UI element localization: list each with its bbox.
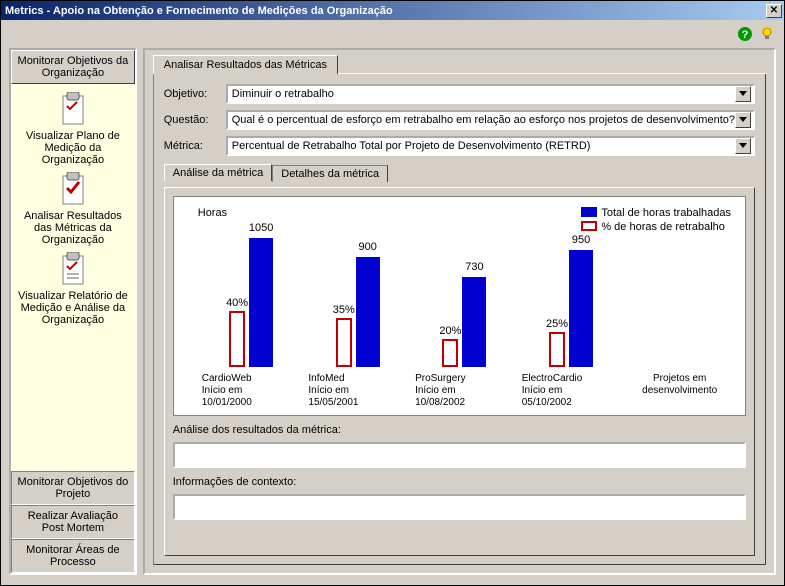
window-title: Metrics - Apoio na Obtenção e Fornecimen… (5, 5, 766, 17)
bar-group: 35%900 (304, 227, 411, 367)
sidebar-tab-monitorar-objetivos-org[interactable]: Monitorar Objetivos da Organização (11, 50, 135, 84)
sidebar-item-visualizar-plano[interactable]: Visualizar Plano de Medição da Organizaç… (15, 90, 131, 168)
sidebar-tab-avaliacao-post-mortem[interactable]: Realizar Avaliação Post Mortem (11, 505, 135, 539)
chart-ylabel: Horas (198, 207, 227, 219)
bar-group: 20%730 (411, 227, 518, 367)
questao-value: Qual é o percentual de esforço em retrab… (232, 114, 735, 126)
x-category-label: InfoMedInício em15/05/2001 (304, 373, 411, 409)
svg-text:?: ? (742, 29, 749, 41)
sidebar-tab-monitorar-areas-processo[interactable]: Monitorar Áreas de Processo (11, 539, 135, 573)
bar-retrabalho: 35% (336, 318, 352, 367)
context-label: Informações de contexto: (173, 476, 746, 488)
close-button[interactable]: ✕ (766, 4, 782, 18)
x-axis-label: Projetos em desenvolvimento (624, 373, 731, 409)
bar-value: 730 (465, 261, 483, 273)
sidebar-item-label: Analisar Resultados das Métricas da Orga… (15, 210, 131, 246)
sidebar-item-label: Visualizar Plano de Medição da Organizaç… (15, 130, 131, 166)
legend-swatch-blue (581, 207, 597, 217)
lightbulb-icon[interactable] (758, 25, 776, 43)
chart-area: Horas Total de horas trabalhadas % de ho… (173, 196, 746, 416)
x-category-label: CardioWebInício em10/01/2000 (198, 373, 305, 409)
objetivo-value: Diminuir o retrabalho (232, 88, 735, 100)
legend-label: Total de horas trabalhadas (601, 207, 731, 219)
bar-horas: 730 (462, 277, 486, 367)
bar-value: 20% (439, 325, 461, 337)
questao-label: Questão: (164, 114, 220, 126)
analysis-label: Análise dos resultados da métrica: (173, 424, 746, 436)
bar-value: 40% (226, 297, 248, 309)
objetivo-label: Objetivo: (164, 88, 220, 100)
clipboard-report-icon (57, 252, 89, 288)
bar-retrabalho: 25% (549, 332, 565, 367)
x-category-label: ProSurgeryInício em10/08/2002 (411, 373, 518, 409)
window-titlebar: Metrics - Apoio na Obtenção e Fornecimen… (1, 1, 784, 20)
bar-value: 35% (333, 304, 355, 316)
x-category-label: ElectroCardioInício em05/10/2002 (518, 373, 625, 409)
subtab-analise[interactable]: Análise da métrica (164, 164, 273, 181)
questao-combo[interactable]: Qual é o percentual de esforço em retrab… (226, 110, 755, 130)
sidebar-item-visualizar-relatorio[interactable]: Visualizar Relatório de Medição e Anális… (15, 250, 131, 328)
clipboard-check-icon (57, 172, 89, 208)
bar-value: 25% (546, 318, 568, 330)
bar-group: 25%950 (518, 227, 625, 367)
metrica-value: Percentual de Retrabalho Total por Proje… (232, 140, 735, 152)
sidebar-item-label: Visualizar Relatório de Medição e Anális… (15, 290, 131, 326)
bar-horas: 900 (356, 257, 380, 367)
subtab-detalhes[interactable]: Detalhes da métrica (272, 165, 388, 182)
bar-retrabalho: 20% (442, 339, 458, 367)
objetivo-combo[interactable]: Diminuir o retrabalho (226, 84, 755, 104)
toolbar: ? (1, 20, 784, 48)
metrica-combo[interactable]: Percentual de Retrabalho Total por Proje… (226, 136, 755, 156)
analysis-textbox[interactable] (173, 442, 746, 468)
sidebar-tab-monitorar-objetivos-projeto[interactable]: Monitorar Objetivos do Projeto (11, 471, 135, 505)
metrica-label: Métrica: (164, 140, 220, 152)
bar-value: 900 (359, 241, 377, 253)
sidebar-item-analisar-resultados[interactable]: Analisar Resultados das Métricas da Orga… (15, 170, 131, 248)
tab-analisar-resultados[interactable]: Analisar Resultados das Métricas (153, 55, 338, 74)
bar-horas: 1050 (249, 238, 273, 367)
chevron-down-icon[interactable] (735, 138, 751, 154)
content-panel: Analisar Resultados das Métricas Objetiv… (143, 48, 776, 575)
sidebar: Monitorar Objetivos da Organização Visua… (9, 48, 137, 575)
bar-horas: 950 (569, 250, 593, 367)
chevron-down-icon[interactable] (735, 112, 751, 128)
chevron-down-icon[interactable] (735, 86, 751, 102)
context-textbox[interactable] (173, 494, 746, 520)
bar-value: 950 (572, 234, 590, 246)
bar-group: 40%1050 (198, 227, 305, 367)
bar-value: 1050 (249, 222, 273, 234)
clipboard-icon (57, 92, 89, 128)
help-icon[interactable]: ? (736, 25, 754, 43)
sidebar-content: Visualizar Plano de Medição da Organizaç… (11, 84, 135, 471)
bar-retrabalho: 40% (229, 311, 245, 367)
